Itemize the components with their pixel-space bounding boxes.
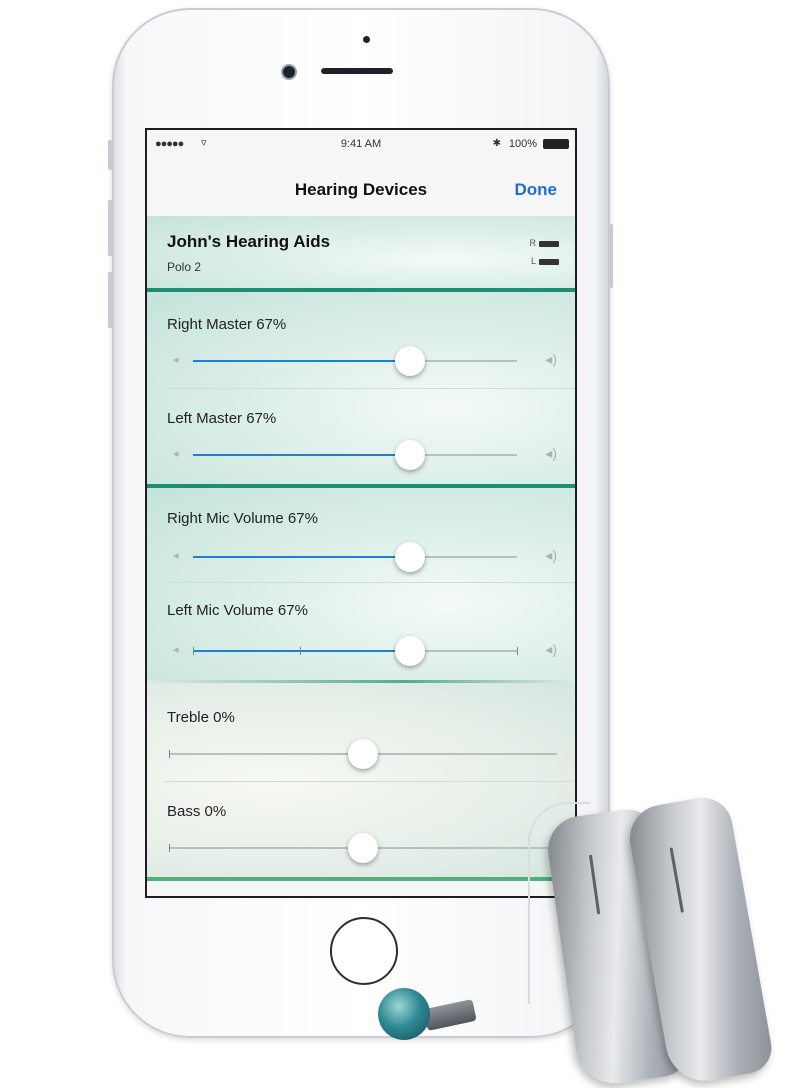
- left-mic-volume-slider[interactable]: ◂ ◂): [147, 636, 575, 666]
- power-button: [608, 224, 613, 288]
- treble-slider[interactable]: [147, 739, 575, 769]
- speaker-min-icon: ◂: [173, 448, 179, 460]
- page-title: Hearing Devices: [294, 180, 428, 199]
- proximity-sensor: [363, 36, 370, 43]
- right-mic-volume-label: Right Mic Volume 67%: [167, 510, 318, 527]
- row-separator: [165, 582, 575, 583]
- speaker-max-icon: ◂): [545, 641, 557, 657]
- right-master-label: Right Master 67%: [167, 316, 287, 333]
- speaker-max-icon: ◂): [545, 351, 557, 367]
- bass-label: Bass 0%: [167, 803, 227, 820]
- slider-thumb[interactable]: [395, 636, 426, 666]
- earpiece-speaker: [321, 68, 393, 74]
- treble-label: Treble 0%: [167, 709, 235, 726]
- speaker-max-icon: ◂): [545, 547, 557, 563]
- battery-icon: [543, 139, 569, 149]
- bluetooth-icon: ✱: [492, 138, 501, 149]
- volume-up-button: [108, 200, 113, 256]
- left-master-slider[interactable]: ◂ ◂): [147, 440, 575, 470]
- screen: ●●●●● ▿ 9:41 AM ✱ 100% Hearing Devices D…: [145, 128, 577, 898]
- slider-fill: [193, 454, 411, 456]
- row-separator: [165, 781, 575, 782]
- slider-tick: [299, 647, 301, 655]
- done-button[interactable]: Done: [515, 180, 558, 200]
- slider-fill: [193, 360, 411, 362]
- slider-tick: [169, 844, 170, 852]
- tone-section: Treble 0% Bass 0%: [147, 683, 575, 877]
- slider-track: [193, 346, 517, 376]
- row-separator: [165, 388, 575, 389]
- slider-thumb[interactable]: [395, 542, 426, 572]
- bass-slider[interactable]: [147, 833, 575, 863]
- mute-switch: [108, 140, 113, 170]
- slider-tick: [193, 647, 194, 655]
- volume-down-button: [108, 272, 113, 328]
- status-bar: ●●●●● ▿ 9:41 AM ✱ 100%: [147, 130, 575, 156]
- slider-track: [193, 440, 517, 470]
- slider-track: [169, 739, 557, 769]
- left-battery-indicator: L: [531, 256, 559, 266]
- slider-thumb[interactable]: [348, 833, 378, 863]
- speaker-min-icon: ◂: [173, 550, 179, 562]
- right-master-slider[interactable]: ◂ ◂): [147, 346, 575, 376]
- master-section: Right Master 67% ◂ ◂) Left Master 67% ◂ …: [147, 292, 575, 484]
- left-mic-volume-label: Left Mic Volume 67%: [167, 602, 308, 619]
- device-name: John's Hearing Aids: [167, 232, 331, 251]
- speaker-max-icon: ◂): [545, 445, 557, 461]
- slider-track: [169, 833, 557, 863]
- speaker-min-icon: ◂: [173, 644, 179, 656]
- slider-thumb[interactable]: [348, 739, 378, 769]
- home-button[interactable]: [330, 917, 398, 985]
- slider-thumb[interactable]: [395, 440, 426, 470]
- right-mic-volume-slider[interactable]: ◂ ◂): [147, 542, 575, 572]
- slider-thumb[interactable]: [395, 346, 426, 376]
- left-master-label: Left Master 67%: [167, 410, 277, 427]
- slider-fill: [193, 650, 411, 652]
- battery-percent: 100%: [508, 138, 537, 150]
- slider-tick: [169, 750, 170, 758]
- slider-fill: [193, 556, 411, 558]
- speaker-min-icon: ◂: [173, 354, 179, 366]
- slider-track: [193, 636, 518, 666]
- mic-section: Right Mic Volume 67% ◂ ◂) Left Mic Volum…: [147, 488, 575, 680]
- navigation-bar: Hearing Devices Done: [147, 156, 575, 216]
- device-section[interactable]: John's Hearing Aids Polo 2 R L: [147, 216, 575, 288]
- hearing-aid-receiver: [378, 988, 430, 1040]
- slider-track: [193, 542, 517, 572]
- section-divider: [147, 877, 575, 881]
- device-model: Polo 2: [167, 260, 202, 274]
- right-battery-indicator: R: [530, 238, 559, 248]
- slider-tick: [517, 647, 518, 655]
- front-camera: [283, 66, 295, 78]
